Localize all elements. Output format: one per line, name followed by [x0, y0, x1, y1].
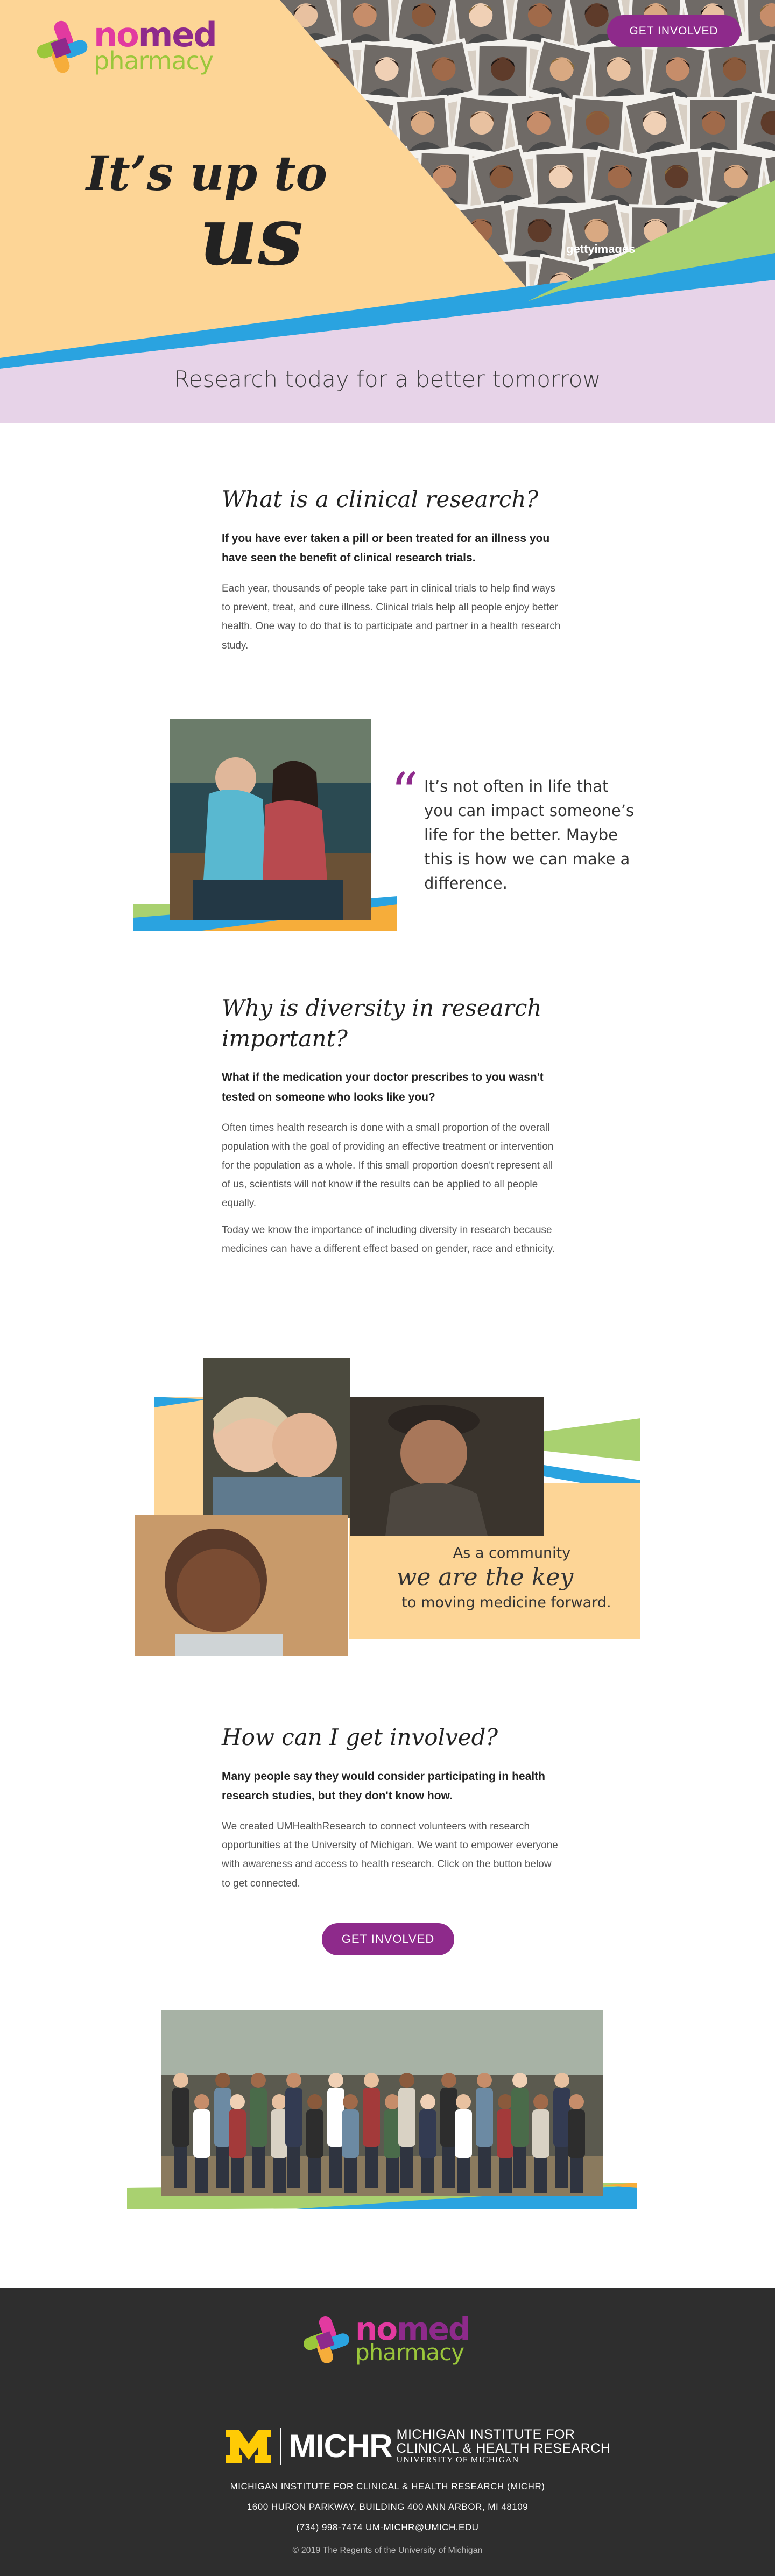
group-person	[250, 2073, 267, 2188]
footer-address-name: MICHIGAN INSTITUTE FOR CLINICAL & HEALTH…	[230, 2481, 545, 2491]
group-photo-block	[127, 2010, 637, 2209]
two-women-photo	[170, 719, 371, 920]
footer: nomed pharmacy MICHR MICHIGAN INSTITUTE …	[0, 2288, 775, 2576]
michr-divider	[280, 2427, 281, 2465]
portrait-tile	[357, 40, 416, 106]
get-involved-body: We created UMHealthResearch to connect v…	[222, 1821, 558, 1889]
portrait-tile	[475, 43, 530, 104]
block-m-icon	[226, 2429, 271, 2463]
michr-line2: CLINICAL & HEALTH RESEARCH	[396, 2441, 611, 2457]
quote-icon: “	[391, 761, 419, 824]
clinical-research-lead: If you have ever taken a pill or been tr…	[222, 532, 550, 565]
clinical-research-section: What is a clinical research? If you have…	[222, 484, 561, 663]
get-involved-lead: Many people say they would consider part…	[222, 1770, 545, 1803]
diversity-body-2: Today we know the importance of includin…	[222, 1224, 555, 1255]
bandage-cross-icon	[303, 2315, 350, 2363]
bandage-cross-icon	[37, 20, 88, 73]
community-line2: we are the key	[396, 1564, 574, 1591]
elderly-man-photo	[350, 1397, 544, 1536]
logo-pharmacy: pharmacy	[94, 46, 214, 75]
diversity-body-1: Often times health research is done with…	[222, 1122, 554, 1209]
community-line1: As a community	[453, 1545, 571, 1561]
hero-tagline: Research today for a better tomorrow	[174, 366, 601, 392]
diversity-heading: Why is diversity in research important?	[222, 995, 542, 1052]
footer-copyright: © 2019 The Regents of the University of …	[292, 2546, 483, 2555]
young-girl-photo	[135, 1515, 348, 1656]
community-text: As a community we are the key to moving …	[350, 1545, 641, 1611]
hero: gettyimages nomed pharmacy GET INVOLVED …	[0, 0, 775, 423]
hero-title-line2: us	[199, 189, 304, 284]
hero-title: It’s up to us	[86, 145, 327, 277]
get-involved-button[interactable]: GET INVOLVED	[322, 1923, 454, 1955]
portrait-tile	[510, 202, 569, 268]
clinical-research-heading: What is a clinical research?	[222, 486, 538, 512]
diversity-lead: What if the medication your doctor presc…	[222, 1071, 544, 1104]
group-person	[285, 2073, 302, 2188]
quote-photo-frame	[133, 719, 397, 931]
footer-address: MICHIGAN INSTITUTE FOR CLINICAL & HEALTH…	[0, 2481, 775, 2543]
michr-logo[interactable]: MICHR MICHIGAN INSTITUTE FOR CLINICAL & …	[225, 2427, 610, 2465]
watermark: gettyimages	[566, 242, 635, 256]
header-get-involved-button[interactable]: GET INVOLVED	[607, 15, 741, 47]
michr-line3: UNIVERSITY OF MICHIGAN	[396, 2455, 519, 2465]
group-person	[172, 2073, 189, 2188]
footer-contact[interactable]: (734) 998-7474 UM-MICHR@UMICH.EDU	[0, 2522, 775, 2533]
footer-logo-pharmacy: pharmacy	[355, 2339, 464, 2366]
group-person	[398, 2073, 415, 2188]
group-person	[511, 2073, 529, 2188]
quote-text: It’s not often in life that you can impa…	[424, 777, 635, 892]
michr-abbr: MICHR	[289, 2427, 393, 2464]
get-involved-section: How can I get involved? Many people say …	[222, 1722, 561, 1901]
community-line3: to moving medicine forward.	[401, 1594, 611, 1611]
portrait-tile	[568, 95, 626, 159]
group-person	[476, 2073, 493, 2188]
grandmother-grandson-photo	[203, 1358, 350, 1518]
footer-address-street: 1600 HURON PARKWAY, BUILDING 400 ANN ARB…	[246, 2502, 529, 2512]
get-involved-heading: How can I get involved?	[222, 1724, 498, 1750]
diversity-section: Why is diversity in research important? …	[222, 993, 561, 1266]
site-logo[interactable]: nomed pharmacy	[32, 16, 217, 75]
group-photo	[127, 2010, 637, 2209]
community-block: As a community we are the key to moving …	[132, 1354, 644, 1658]
clinical-research-body: Each year, thousands of people take part…	[222, 583, 561, 651]
group-person	[363, 2073, 380, 2188]
community-collage	[135, 1358, 640, 1656]
quote-block: “ It’s not often in life that you can im…	[133, 719, 639, 931]
portrait-tile	[590, 41, 647, 105]
portrait-tile	[533, 150, 589, 212]
michr-line1: MICHIGAN INSTITUTE FOR	[396, 2427, 575, 2442]
footer-logo[interactable]: nomed pharmacy	[299, 2312, 470, 2366]
